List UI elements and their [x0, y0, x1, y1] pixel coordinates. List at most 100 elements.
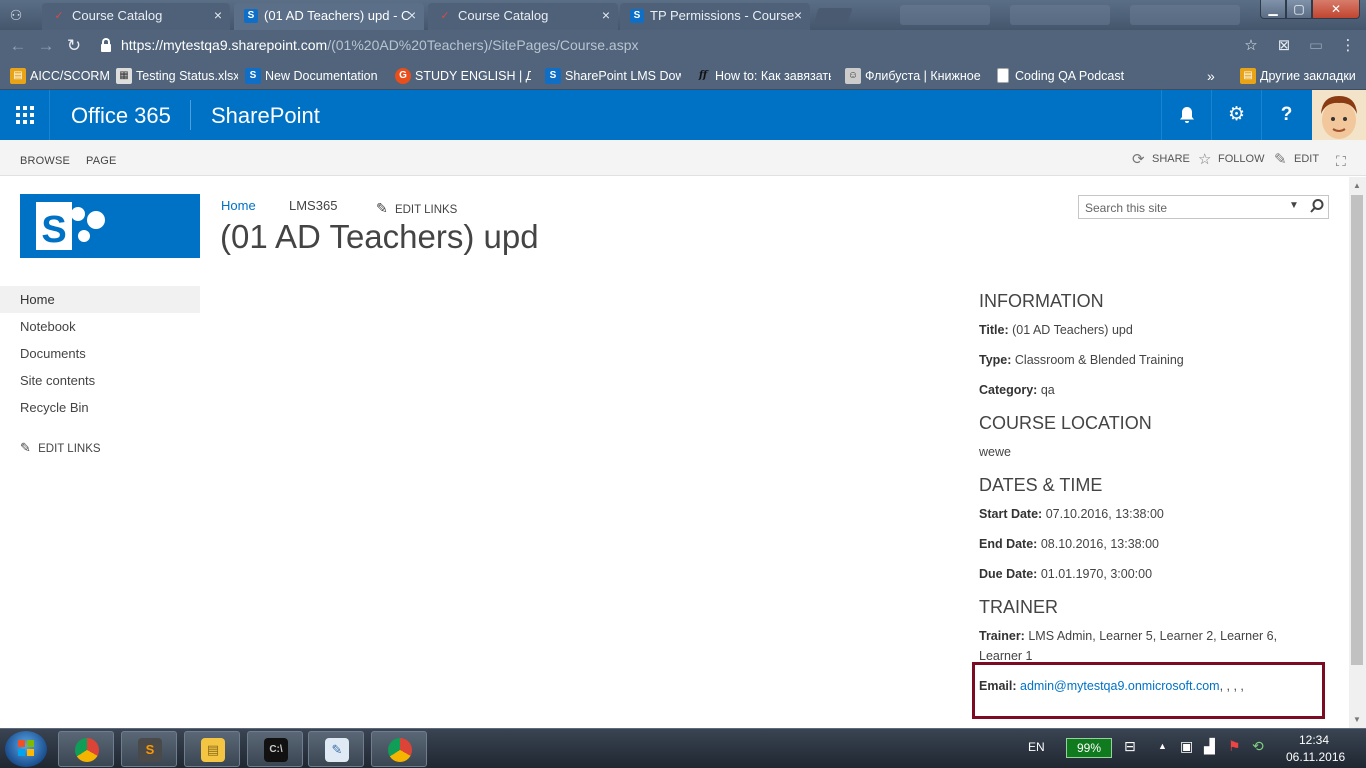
- quicklaunch-edit-links[interactable]: ✎ EDIT LINKS: [0, 434, 200, 461]
- star-icon[interactable]: ☆: [1241, 36, 1261, 56]
- tab-course-catalog-1[interactable]: ✓ Course Catalog ×: [42, 3, 230, 30]
- taskbar-explorer[interactable]: ▤: [184, 731, 240, 767]
- edit-links-label: EDIT LINKS: [38, 443, 101, 455]
- topnav-home[interactable]: Home: [221, 198, 256, 213]
- taskbar-notepad[interactable]: ✎: [308, 731, 364, 767]
- start-button[interactable]: [5, 731, 47, 767]
- tab-tp-permissions[interactable]: S TP Permissions - Course ×: [620, 3, 810, 30]
- background-window: [1010, 5, 1110, 25]
- tab-page[interactable]: PAGE: [86, 155, 117, 167]
- pencil-icon: ✎: [20, 440, 31, 455]
- checkmark-icon: ✓: [440, 10, 450, 22]
- bell-icon[interactable]: [1161, 90, 1211, 140]
- scroll-down-arrow-icon[interactable]: ▼: [1353, 715, 1361, 724]
- field-value: LMS Admin, Learner 5, Learner 2, Learner…: [1028, 629, 1278, 643]
- network-adapter-icon[interactable]: ⊟: [1124, 738, 1136, 755]
- follow-label: FOLLOW: [1218, 153, 1265, 165]
- clock-date[interactable]: 06.11.2016: [1286, 750, 1345, 764]
- sync-icon[interactable]: ⟲: [1252, 738, 1264, 755]
- close-icon[interactable]: ×: [408, 3, 416, 28]
- device-icon[interactable]: ▣: [1180, 738, 1193, 755]
- bookmark-coding-qa-podcast[interactable]: Coding QA Podcast: [995, 67, 1125, 85]
- app-launcher-icon[interactable]: [0, 90, 50, 140]
- scroll-up-arrow-icon[interactable]: ▲: [1353, 181, 1361, 190]
- notepad-icon: ✎: [325, 738, 349, 762]
- chevron-down-icon[interactable]: ▼: [1289, 200, 1299, 211]
- quicklaunch-home[interactable]: Home: [0, 286, 200, 313]
- taskbar-sublime[interactable]: S: [121, 731, 177, 767]
- search-icon[interactable]: [1309, 198, 1325, 214]
- battery-indicator[interactable]: 99%: [1066, 738, 1112, 758]
- close-window-button[interactable]: ✕: [1312, 0, 1360, 19]
- bookmark-how-to[interactable]: ff How to: Как завязать: [695, 67, 831, 85]
- bookmark-aicc-scorm[interactable]: ▤ AICC/SCORM: [10, 67, 120, 85]
- avatar[interactable]: [1312, 90, 1366, 140]
- page-icon: [997, 68, 1009, 83]
- bookmark-label: SharePoint LMS Dow: [565, 69, 681, 83]
- action-center-flag-icon[interactable]: ⚑: [1228, 738, 1241, 755]
- bookmark-study-english[interactable]: G STUDY ENGLISH | ДЛ: [395, 67, 531, 85]
- forward-arrow-icon[interactable]: →: [36, 36, 56, 56]
- cast-icon[interactable]: ▭: [1306, 36, 1326, 56]
- extension-icon[interactable]: ⊠: [1274, 36, 1294, 56]
- tab-title: (01 AD Teachers) upd - C: [264, 8, 411, 23]
- bookmark-flibusta[interactable]: ☺ Флибуста | Книжное: [845, 67, 981, 85]
- quicklaunch-documents[interactable]: Documents: [0, 340, 200, 367]
- pencil-icon: ✎: [1274, 151, 1287, 168]
- more-bookmarks-chevron-icon[interactable]: »: [1207, 68, 1215, 84]
- explorer-icon: ▤: [201, 738, 225, 762]
- tab-course-catalog-2[interactable]: ✓ Course Catalog ×: [428, 3, 618, 30]
- app-name-sharepoint[interactable]: SharePoint: [211, 103, 320, 129]
- edit-button[interactable]: ✎ EDIT: [1274, 151, 1319, 168]
- address-bar[interactable]: https://mytestqa9.sharepoint.com/(01%20A…: [95, 33, 1267, 59]
- tab-browse[interactable]: BROWSE: [20, 155, 70, 167]
- document-icon: ▦: [116, 68, 132, 84]
- email-link[interactable]: admin@mytestqa9.onmicrosoft.com: [1020, 679, 1220, 693]
- maximize-button[interactable]: ▢: [1286, 0, 1312, 19]
- menu-icon[interactable]: ⋮: [1338, 36, 1358, 56]
- close-icon[interactable]: ×: [794, 3, 802, 28]
- minimize-button[interactable]: ▁: [1260, 0, 1286, 19]
- search-box[interactable]: Search this site ▼: [1078, 195, 1329, 219]
- reload-icon[interactable]: ↻: [64, 36, 84, 56]
- tab-title: Course Catalog: [72, 8, 163, 23]
- share-button[interactable]: ⟳ SHARE: [1132, 151, 1190, 168]
- signal-icon[interactable]: ▟: [1204, 738, 1215, 755]
- topnav-edit-links[interactable]: ✎ EDIT LINKS: [376, 200, 457, 217]
- star-icon: ☆: [1198, 151, 1212, 168]
- back-arrow-icon[interactable]: ←: [8, 36, 28, 56]
- help-icon[interactable]: ?: [1261, 90, 1311, 140]
- tab-active-course[interactable]: S (01 AD Teachers) upd - C ×: [234, 3, 424, 30]
- topnav-lms365[interactable]: LMS365: [289, 198, 337, 213]
- due-date-field: Due Date: 01.01.1970, 3:00:00: [979, 567, 1152, 581]
- quicklaunch-recycle-bin[interactable]: Recycle Bin: [0, 394, 200, 421]
- gear-icon[interactable]: ⚙: [1211, 90, 1261, 140]
- close-icon[interactable]: ×: [602, 3, 610, 28]
- folder-icon: ▤: [1240, 68, 1256, 84]
- bookmark-testing-status[interactable]: ▦ Testing Status.xlsx: [116, 67, 238, 85]
- taskbar-chrome[interactable]: [58, 731, 114, 767]
- quicklaunch-notebook[interactable]: Notebook: [0, 313, 200, 340]
- search-input[interactable]: Search this site: [1085, 201, 1167, 215]
- field-value: Classroom & Blended Training: [1014, 353, 1184, 367]
- close-icon[interactable]: ×: [214, 3, 222, 28]
- brand-office-365[interactable]: Office 365: [71, 103, 171, 129]
- cmd-icon: C:\: [264, 738, 288, 762]
- ff-icon: ff: [698, 70, 708, 81]
- taskbar-cmd[interactable]: C:\: [247, 731, 303, 767]
- bookmark-sharepoint-lms[interactable]: S SharePoint LMS Dow: [545, 67, 681, 85]
- bookmark-new-documentation[interactable]: S New Documentation: [245, 67, 383, 85]
- field-value: , , , ,: [1219, 679, 1244, 693]
- language-indicator[interactable]: EN: [1028, 740, 1045, 754]
- show-hidden-icons-chevron-icon[interactable]: ▲: [1158, 741, 1167, 751]
- focus-on-content-icon[interactable]: ⛶: [1336, 153, 1346, 170]
- taskbar-chrome-2[interactable]: [371, 731, 427, 767]
- other-bookmarks[interactable]: ▤ Другие закладки: [1240, 67, 1358, 85]
- site-logo[interactable]: S: [20, 194, 200, 258]
- clock-time[interactable]: 12:34: [1299, 733, 1329, 747]
- bookmark-label: Флибуста | Книжное: [865, 69, 981, 83]
- follow-button[interactable]: ☆ FOLLOW: [1198, 151, 1265, 168]
- new-tab-button[interactable]: [813, 8, 853, 24]
- scrollbar-thumb[interactable]: [1351, 195, 1363, 665]
- quicklaunch-site-contents[interactable]: Site contents: [0, 367, 200, 394]
